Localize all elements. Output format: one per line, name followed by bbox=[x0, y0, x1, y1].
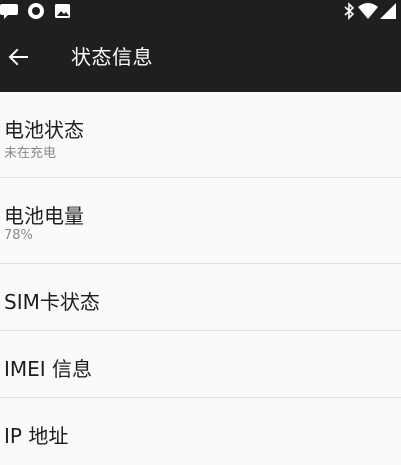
page-title: 状态信息 bbox=[71, 45, 153, 69]
bluetooth-icon bbox=[341, 2, 357, 20]
list-item-battery-level[interactable]: 电池电量 78% bbox=[0, 178, 401, 264]
record-icon bbox=[22, 2, 52, 20]
list-item-subtitle: 78% bbox=[4, 228, 33, 243]
list-item-title: 电池电量 bbox=[4, 204, 84, 228]
cellular-signal-icon bbox=[379, 2, 397, 20]
list-item-title: SIM卡状态 bbox=[4, 290, 100, 314]
status-info-list: 电池状态 未在充电 电池电量 78% SIM卡状态 IMEI 信息 IP 地址 bbox=[0, 92, 401, 465]
image-icon bbox=[52, 2, 74, 20]
status-bar-left bbox=[0, 2, 74, 20]
arrow-left-icon bbox=[7, 46, 29, 68]
back-button[interactable] bbox=[0, 35, 36, 79]
list-item-battery-status[interactable]: 电池状态 未在充电 bbox=[0, 92, 401, 178]
list-item-title: IMEI 信息 bbox=[4, 357, 93, 381]
list-item-sim-status[interactable]: SIM卡状态 bbox=[0, 264, 401, 331]
list-item-imei-info[interactable]: IMEI 信息 bbox=[0, 331, 401, 398]
status-bar-right bbox=[341, 2, 397, 20]
list-item-subtitle: 未在充电 bbox=[4, 146, 57, 161]
chat-bubble-icon bbox=[0, 2, 22, 20]
list-item-title: IP 地址 bbox=[4, 424, 69, 448]
toolbar: 状态信息 bbox=[0, 22, 401, 92]
wifi-icon bbox=[357, 2, 379, 20]
list-item-title: 电池状态 bbox=[4, 118, 84, 142]
list-item-ip-address[interactable]: IP 地址 bbox=[0, 398, 401, 465]
status-bar bbox=[0, 0, 401, 22]
